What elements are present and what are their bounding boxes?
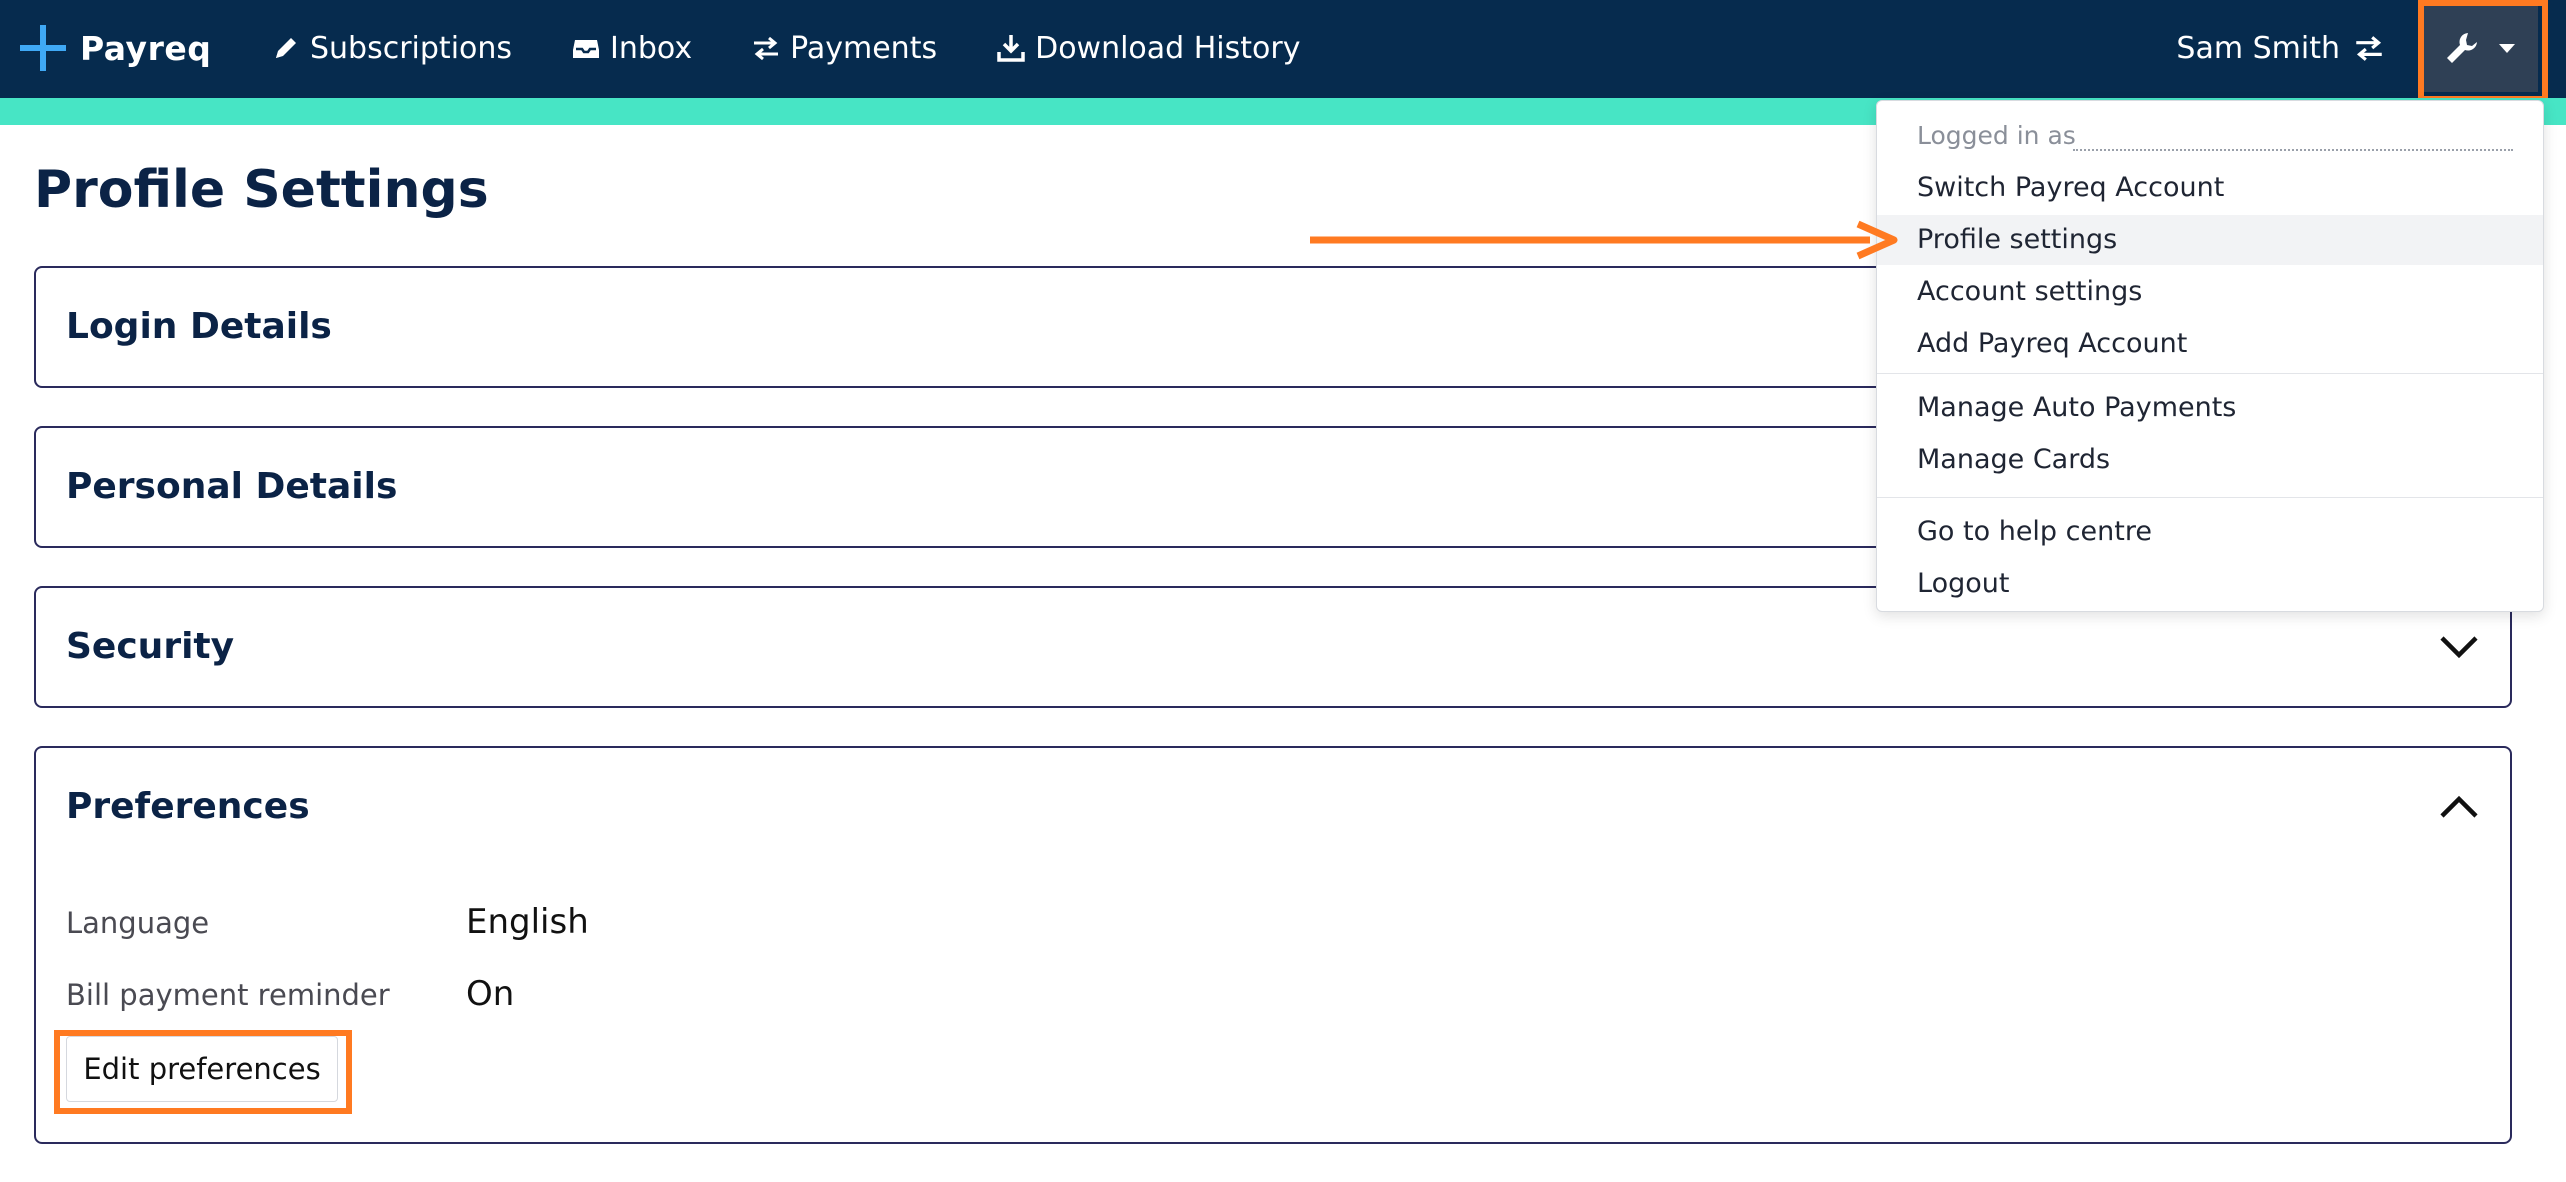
logged-in-as-label: Logged in as	[1917, 121, 2076, 150]
preference-value: English	[466, 902, 589, 942]
menu-divider	[1877, 497, 2543, 498]
download-icon	[997, 35, 1025, 62]
inbox-icon	[573, 40, 600, 58]
nav-payments[interactable]: Payments	[750, 31, 937, 66]
panel-title: Personal Details	[66, 466, 398, 507]
chevron-up-icon[interactable]	[2438, 786, 2480, 828]
preference-label: Bill payment reminder	[66, 978, 390, 1012]
chevron-down-icon[interactable]	[2438, 626, 2480, 668]
payreq-logo-icon	[20, 25, 66, 71]
settings-dropdown-menu: Logged in as Switch Payreq Account Profi…	[1876, 100, 2544, 612]
menu-item-logout[interactable]: Logout	[1877, 559, 2543, 609]
pencil-icon	[276, 38, 296, 58]
panel-title: Login Details	[66, 306, 332, 347]
nav-label: Download History	[1035, 30, 1301, 66]
panel-preferences: Preferences Language English Bill paymen…	[34, 746, 2512, 1144]
menu-item-profile-settings[interactable]: Profile settings	[1877, 215, 2543, 265]
menu-item-add-account[interactable]: Add Payreq Account	[1877, 319, 2543, 369]
user-switch-button[interactable]: Sam Smith	[2176, 18, 2386, 78]
redacted-email	[2073, 147, 2513, 151]
user-name: Sam Smith	[2176, 30, 2340, 66]
menu-item-account-settings[interactable]: Account settings	[1877, 267, 2543, 317]
panel-title[interactable]: Preferences	[66, 786, 310, 827]
annotation-highlight-edit-button	[54, 1030, 352, 1114]
top-navigation-bar: Payreq Subscriptions Inbox Payments Down…	[0, 0, 2566, 98]
nav-inbox[interactable]: Inbox	[570, 31, 692, 66]
preference-value: On	[466, 974, 515, 1014]
brand-name: Payreq	[80, 28, 212, 68]
menu-divider	[1877, 373, 2543, 374]
preference-label: Language	[66, 906, 210, 940]
annotation-arrow-icon	[1310, 220, 1898, 260]
menu-item-switch-account[interactable]: Switch Payreq Account	[1877, 163, 2543, 213]
nav-subscriptions[interactable]: Subscriptions	[270, 31, 512, 66]
menu-item-manage-cards[interactable]: Manage Cards	[1877, 435, 2543, 485]
panel-title: Security	[66, 626, 235, 667]
page-title: Profile Settings	[34, 160, 489, 220]
nav-label: Payments	[790, 30, 938, 66]
nav-download-history[interactable]: Download History	[995, 31, 1300, 66]
nav-label: Subscriptions	[310, 30, 513, 66]
main-nav: Subscriptions Inbox Payments Download Hi…	[270, 18, 1358, 78]
annotation-highlight-settings	[2418, 0, 2548, 102]
nav-label: Inbox	[610, 30, 693, 66]
transfer-arrows-icon	[2356, 36, 2382, 61]
brand-logo-link[interactable]: Payreq	[20, 18, 211, 78]
menu-item-help-centre[interactable]: Go to help centre	[1877, 507, 2543, 557]
transfer-arrows-icon	[754, 36, 779, 61]
menu-item-manage-auto-payments[interactable]: Manage Auto Payments	[1877, 383, 2543, 433]
